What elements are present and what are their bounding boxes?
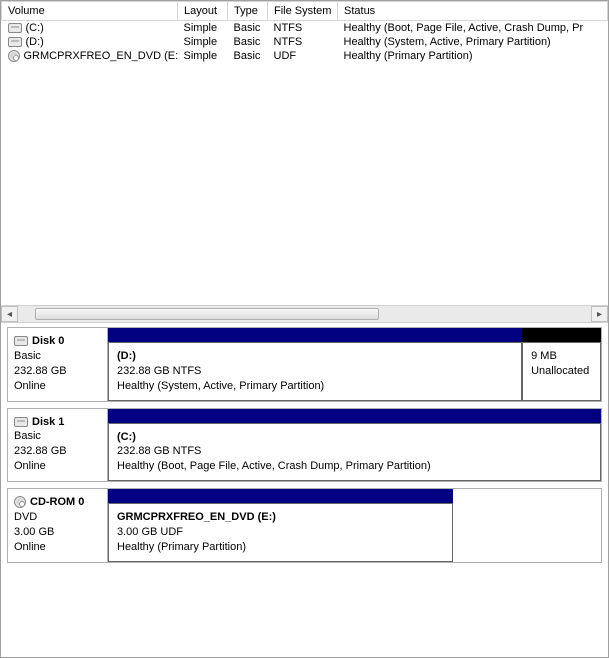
drive-icon <box>8 23 22 33</box>
disk-size: 232.88 GB <box>14 364 101 379</box>
scroll-left-arrow[interactable]: ◂ <box>1 306 18 322</box>
volume-status: Healthy (Boot, Page File, Active, Crash … <box>338 21 608 36</box>
partition-header-seg <box>108 489 453 503</box>
disk-state: Online <box>14 540 101 555</box>
partition-size: 232.88 GB NTFS <box>117 364 513 379</box>
volume-fs: NTFS <box>268 21 338 36</box>
volume-status: Healthy (Primary Partition) <box>338 49 608 63</box>
disk-graphic: GRMCPRXFREO_EN_DVD (E:)3.00 GB UDFHealth… <box>108 489 601 562</box>
partition-header-seg <box>108 328 522 342</box>
volume-layout: Simple <box>178 35 228 49</box>
volume-list-pane: Volume Layout Type File System Status (C… <box>1 1 608 323</box>
disk-graphic: (D:)232.88 GB NTFSHealthy (System, Activ… <box>108 328 601 401</box>
partition-topbar <box>108 409 601 423</box>
disc-icon <box>8 50 20 62</box>
disk-state: Online <box>14 459 101 474</box>
col-type[interactable]: Type <box>228 2 268 21</box>
volume-table[interactable]: Volume Layout Type File System Status (C… <box>1 1 608 63</box>
volume-layout: Simple <box>178 49 228 63</box>
volume-type: Basic <box>228 35 268 49</box>
scroll-track[interactable] <box>18 306 591 322</box>
partition-label: (C:) <box>117 430 592 445</box>
partition-row: (D:)232.88 GB NTFSHealthy (System, Activ… <box>108 342 601 401</box>
volume-name: (D:) <box>26 36 44 48</box>
col-status[interactable]: Status <box>338 2 608 21</box>
disk-size: 3.00 GB <box>14 525 101 540</box>
partition[interactable]: (D:)232.88 GB NTFSHealthy (System, Activ… <box>108 342 522 401</box>
partition-status: Healthy (Boot, Page File, Active, Crash … <box>117 459 592 474</box>
partition-status: Healthy (Primary Partition) <box>117 540 444 555</box>
volume-fs: UDF <box>268 49 338 63</box>
volume-name: GRMCPRXFREO_EN_DVD (E:) <box>24 50 178 62</box>
disk-name: Disk 0 <box>32 335 64 347</box>
scroll-thumb[interactable] <box>35 308 379 320</box>
partition-topbar <box>108 489 601 503</box>
partition[interactable]: 9 MBUnallocated <box>522 342 601 401</box>
disk-info: Disk 1Basic232.88 GBOnline <box>8 409 108 482</box>
disk-type: Basic <box>14 429 101 444</box>
disk-size: 232.88 GB <box>14 444 101 459</box>
disc-icon <box>14 496 26 508</box>
partition-label: (D:) <box>117 349 513 364</box>
partition-size: 9 MB <box>531 349 592 364</box>
partition-row: (C:)232.88 GB NTFSHealthy (Boot, Page Fi… <box>108 423 601 482</box>
drive-icon <box>14 336 28 346</box>
disk-row[interactable]: CD-ROM 0 DVD3.00 GBOnline GRMCPRXFREO_EN_D… <box>7 488 602 563</box>
volume-row[interactable]: GRMCPRXFREO_EN_DVD (E:)SimpleBasicUDFHea… <box>2 49 608 63</box>
disk-info: CD-ROM 0 DVD3.00 GBOnline <box>8 489 108 562</box>
disk-type: DVD <box>14 510 101 525</box>
partition-label: GRMCPRXFREO_EN_DVD (E:) <box>117 510 444 525</box>
partition-header-seg <box>108 409 601 423</box>
disk-row[interactable]: Disk 1Basic232.88 GBOnline(C:)232.88 GB … <box>7 408 602 483</box>
volume-layout: Simple <box>178 21 228 36</box>
col-filesystem[interactable]: File System <box>268 2 338 21</box>
disk-type: Basic <box>14 349 101 364</box>
volume-fs: NTFS <box>268 35 338 49</box>
volume-row[interactable]: (C:) SimpleBasicNTFSHealthy (Boot, Page F… <box>2 21 608 36</box>
disk-name: CD-ROM 0 <box>30 496 84 508</box>
col-layout[interactable]: Layout <box>178 2 228 21</box>
drive-icon <box>8 37 22 47</box>
scroll-right-arrow[interactable]: ▸ <box>591 306 608 322</box>
disk-row[interactable]: Disk 0 Basic232.88 GBOnline (D:)232.88 GB … <box>7 327 602 402</box>
partition[interactable]: (C:)232.88 GB NTFSHealthy (Boot, Page Fi… <box>108 423 601 482</box>
volume-status: Healthy (System, Active, Primary Partiti… <box>338 35 608 49</box>
disk-graphic: (C:)232.88 GB NTFSHealthy (Boot, Page Fi… <box>108 409 601 482</box>
disk-name: Disk 1 <box>32 416 64 428</box>
col-volume[interactable]: Volume <box>2 2 178 21</box>
volume-type: Basic <box>228 49 268 63</box>
volume-header-row[interactable]: Volume Layout Type File System Status <box>2 2 608 21</box>
partition-topbar <box>108 328 601 342</box>
partition-header-seg <box>522 328 601 342</box>
volume-type: Basic <box>228 21 268 36</box>
disk-graphical-pane: Disk 0Basic232.88 GBOnline(D:)232.88 GB … <box>1 323 608 575</box>
disk-state: Online <box>14 379 101 394</box>
partition-size: 3.00 GB UDF <box>117 525 444 540</box>
partition-size: 232.88 GB NTFS <box>117 444 592 459</box>
partition-row: GRMCPRXFREO_EN_DVD (E:)3.00 GB UDFHealth… <box>108 503 601 562</box>
partition[interactable]: GRMCPRXFREO_EN_DVD (E:)3.00 GB UDFHealth… <box>108 503 453 562</box>
horizontal-scrollbar[interactable]: ◂ ▸ <box>1 305 608 322</box>
partition-status: Unallocated <box>531 364 592 379</box>
volume-row[interactable]: (D:) SimpleBasicNTFSHealthy (System, Acti… <box>2 35 608 49</box>
disk-info: Disk 0 Basic232.88 GBOnline <box>8 328 108 401</box>
partition-status: Healthy (System, Active, Primary Partiti… <box>117 379 513 394</box>
drive-icon <box>14 417 28 427</box>
volume-name: (C:) <box>26 22 44 34</box>
